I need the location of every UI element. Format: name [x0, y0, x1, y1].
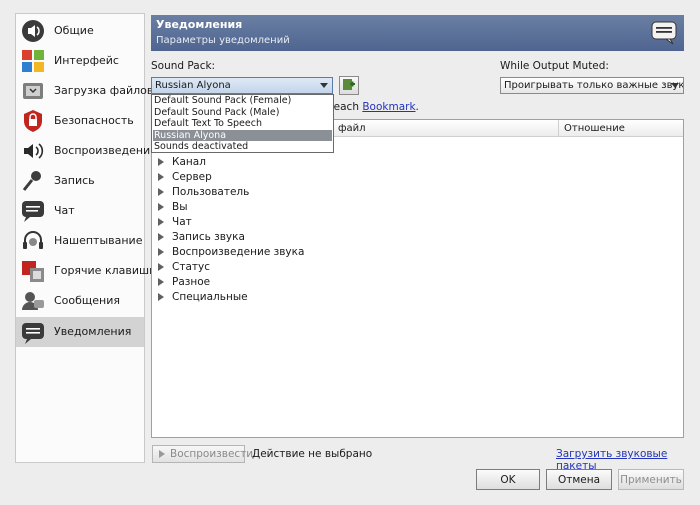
notifications-icon: [19, 318, 47, 346]
output-muted-value: Проигрывать только важные звуки: [504, 80, 684, 91]
output-muted-select[interactable]: Проигрывать только важные звуки: [500, 77, 684, 94]
notifications-tree[interactable]: файл Отношение Канал Сервер Пользователь…: [151, 119, 684, 438]
tree-row-label: Чат: [172, 215, 192, 228]
sidebar-item-interface[interactable]: Интерфейс: [16, 46, 144, 76]
sound-pack-dropdown-list: Default Sound Pack (Female) Default Soun…: [151, 94, 334, 153]
sidebar-item-playback[interactable]: Воспроизведение: [16, 136, 157, 166]
sidebar-item-label: Загрузка файлов: [54, 84, 154, 97]
expand-arrow-icon[interactable]: [158, 172, 164, 181]
sidebar-item-label: Чат: [54, 204, 75, 217]
sound-pack-option[interactable]: Default Text To Speech: [153, 118, 332, 130]
bookmark-hint-suffix: .: [415, 101, 419, 113]
sidebar-item-label: Уведомления: [54, 325, 132, 338]
expand-arrow-icon[interactable]: [158, 292, 164, 301]
sidebar-item-label: Запись: [54, 174, 95, 187]
chevron-down-icon: [320, 83, 328, 88]
sidebar-item-label: Нашептывание: [54, 234, 143, 247]
tree-row[interactable]: Разное: [158, 274, 210, 289]
sidebar: Общие Интерфейс Загрузка файлов Безопасн…: [15, 13, 157, 463]
sidebar-item-security[interactable]: Безопасность: [16, 106, 144, 136]
tree-row[interactable]: Вы: [158, 199, 188, 214]
tree-row[interactable]: Запись звука: [158, 229, 245, 244]
notifications-icon: [650, 19, 678, 47]
bookmark-hint: r each Bookmark.: [326, 101, 419, 113]
column-header-file[interactable]: файл: [338, 123, 366, 134]
ok-button[interactable]: OK: [476, 469, 540, 490]
messages-icon: [19, 287, 47, 315]
apply-button[interactable]: Применить: [618, 469, 684, 490]
settings-window: Общие Интерфейс Загрузка файлов Безопасн…: [0, 0, 700, 505]
tree-row-label: Специальные: [172, 290, 248, 303]
tree-row-label: Воспроизведение звука: [172, 245, 305, 258]
tree-row[interactable]: Канал: [158, 154, 206, 169]
tree-row[interactable]: Пользователь: [158, 184, 249, 199]
playback-speaker-icon: [19, 137, 47, 165]
play-icon: [159, 450, 165, 458]
sound-pack-option[interactable]: Sounds deactivated: [153, 141, 332, 153]
tree-row-label: Статус: [172, 260, 210, 273]
column-divider[interactable]: [558, 120, 559, 137]
tree-row-label: Разное: [172, 275, 211, 288]
sidebar-item-whisper[interactable]: Нашептывание: [16, 226, 144, 256]
play-button[interactable]: Воспроизвести: [152, 445, 253, 463]
sound-pack-select[interactable]: Russian Alyona: [151, 77, 333, 94]
tree-row[interactable]: Статус: [158, 259, 210, 274]
sound-pack-option-selected[interactable]: Russian Alyona: [153, 129, 332, 141]
windows-interface-icon: [19, 47, 47, 75]
expand-arrow-icon[interactable]: [158, 262, 164, 271]
sidebar-item-hotkeys[interactable]: Горячие клавиши: [16, 256, 156, 286]
sidebar-item-file-transfer[interactable]: Загрузка файлов: [16, 76, 153, 106]
expand-arrow-icon[interactable]: [158, 157, 164, 166]
page-subtitle: Параметры уведомлений: [156, 35, 290, 46]
whisper-headset-icon: [19, 227, 47, 255]
page-title: Уведомления: [156, 18, 243, 31]
chat-bubble-icon: [19, 197, 47, 225]
play-button-label: Воспроизвести: [170, 448, 254, 460]
column-header-relation[interactable]: Отношение: [564, 123, 625, 134]
tree-row[interactable]: Специальные: [158, 289, 248, 304]
security-shield-icon: [19, 107, 47, 135]
tree-row[interactable]: Воспроизведение звука: [158, 244, 304, 259]
tree-row-label: Сервер: [172, 170, 212, 183]
bookmark-link[interactable]: Bookmark: [362, 101, 415, 113]
sidebar-item-record[interactable]: Запись: [16, 166, 144, 196]
sidebar-item-label: Сообщения: [54, 294, 121, 307]
sidebar-item-general[interactable]: Общие: [16, 16, 144, 46]
tree-row[interactable]: Чат: [158, 214, 192, 229]
expand-arrow-icon[interactable]: [158, 277, 164, 286]
expand-arrow-icon[interactable]: [158, 247, 164, 256]
hotkeys-icon: [19, 257, 47, 285]
tree-row[interactable]: Сервер: [158, 169, 212, 184]
expand-arrow-icon[interactable]: [158, 187, 164, 196]
sidebar-item-messages[interactable]: Сообщения: [16, 286, 144, 316]
output-muted-label: While Output Muted:: [500, 60, 609, 72]
sidebar-item-label: Общие: [54, 24, 94, 37]
add-sound-pack-icon: [342, 77, 356, 94]
action-status: Действие не выбрано: [252, 448, 373, 460]
sound-pack-option[interactable]: Default Sound Pack (Male): [153, 107, 332, 119]
expand-arrow-icon[interactable]: [158, 202, 164, 211]
page-header: Уведомления Параметры уведомлений: [151, 15, 684, 51]
speaker-general-icon: [19, 17, 47, 45]
tree-row-label: Вы: [172, 200, 188, 213]
sidebar-item-label: Горячие клавиши: [54, 264, 157, 277]
sound-pack-option[interactable]: Default Sound Pack (Female): [153, 95, 332, 107]
expand-arrow-icon[interactable]: [158, 232, 164, 241]
microphone-icon: [19, 167, 47, 195]
expand-arrow-icon[interactable]: [158, 217, 164, 226]
sound-pack-label: Sound Pack:: [151, 60, 216, 72]
sidebar-item-label: Безопасность: [54, 114, 134, 127]
chevron-down-icon: [671, 83, 679, 88]
tree-row-label: Запись звука: [172, 230, 245, 243]
file-transfer-icon: [19, 77, 47, 105]
sidebar-item-chat[interactable]: Чат: [16, 196, 144, 226]
tree-row-label: Пользователь: [172, 185, 250, 198]
tree-row-label: Канал: [172, 155, 206, 168]
sidebar-item-label: Интерфейс: [54, 54, 119, 67]
sidebar-item-notifications[interactable]: Уведомления: [16, 317, 144, 347]
sidebar-item-label: Воспроизведение: [54, 144, 157, 157]
sound-pack-value: Russian Alyona: [155, 80, 231, 91]
add-sound-pack-button[interactable]: [339, 76, 359, 95]
cancel-button[interactable]: Отмена: [546, 469, 612, 490]
